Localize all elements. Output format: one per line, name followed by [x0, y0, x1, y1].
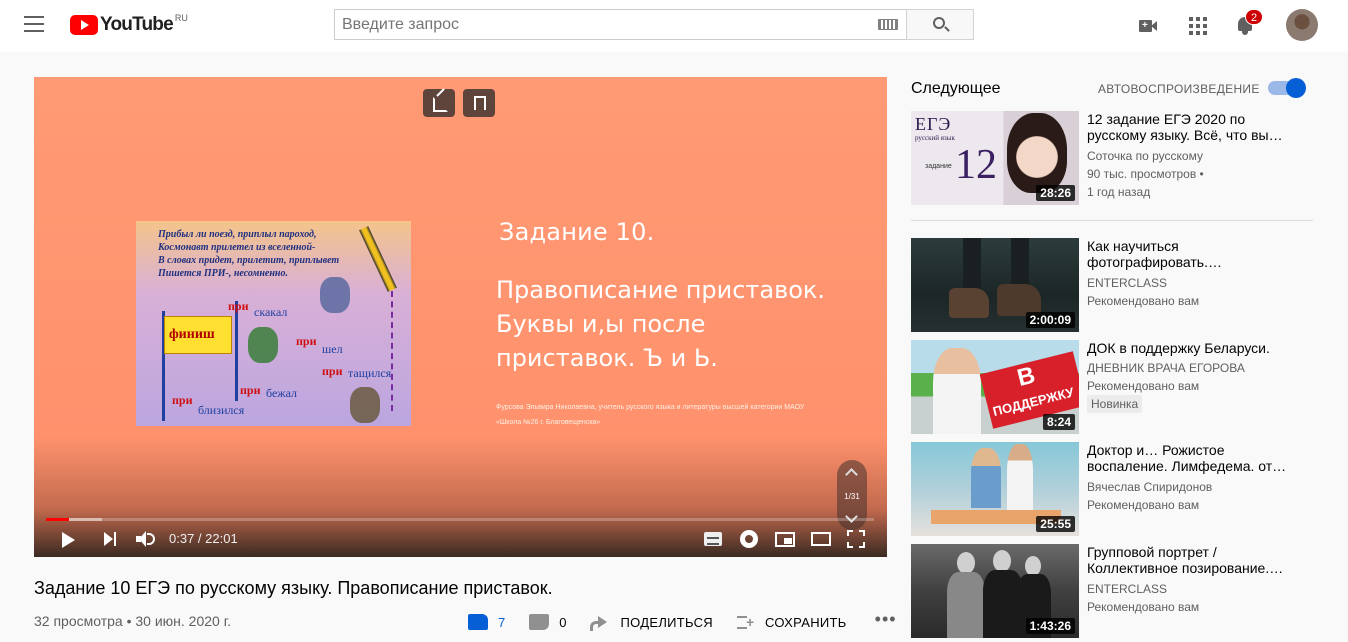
recommended-title[interactable]: 12 задание ЕГЭ 2020 по русскому языку. В…: [1087, 111, 1297, 143]
video-player[interactable]: Прибыл ли поезд, приплыл пароход, Космон…: [34, 77, 887, 557]
theater-mode-icon[interactable]: [811, 532, 831, 546]
share-overlay-icon[interactable]: [423, 89, 455, 117]
video-duration: 28:26: [1036, 185, 1075, 201]
divider: [911, 220, 1313, 221]
video-meta: 32 просмотра • 30 июн. 2020 г.: [34, 613, 231, 629]
dislike-count: 0: [559, 614, 567, 630]
slide-subtitle: Правописание приставок. Буквы и,ы после …: [496, 276, 826, 372]
upload-age: 1 год назад: [1087, 185, 1151, 199]
recommended-title[interactable]: Доктор и… Рожистое воспаление. Лимфедема…: [1087, 442, 1297, 474]
search-input[interactable]: [334, 9, 906, 40]
recommended-video[interactable]: 1:43:26 Групповой портрет / Коллективное…: [911, 544, 1313, 638]
autoplay-label: АВТОВОСПРОИЗВЕДЕНИЕ: [1098, 82, 1260, 96]
video-duration: 1:43:26: [1025, 618, 1075, 634]
dashed-line: [391, 291, 401, 411]
recommended-title[interactable]: Как научиться фотографировать.…: [1087, 238, 1297, 270]
view-count: 90 тыс. просмотров •: [1087, 167, 1204, 181]
slide-poem: Прибыл ли поезд, приплыл пароход, Космон…: [158, 229, 340, 279]
play-icon[interactable]: [62, 532, 75, 548]
notifications-badge: 2: [1245, 9, 1263, 25]
runner-figure: [248, 327, 278, 363]
menu-icon[interactable]: [24, 16, 46, 34]
video-actions: 7 0 ПОДЕЛИТЬСЯ СОХРАНИТЬ •••: [468, 609, 897, 632]
video-thumbnail[interactable]: 2:00:09: [911, 238, 1079, 332]
progress-bar[interactable]: [46, 518, 874, 521]
recommended-video[interactable]: В ПОДДЕРЖКУ 8:24 ДОК в поддержку Беларуси…: [911, 340, 1313, 434]
settings-gear-icon[interactable]: [740, 530, 758, 548]
miniplayer-icon[interactable]: [775, 532, 795, 547]
video-thumbnail[interactable]: ЕГЭ русский язык задание 12 28:26: [911, 111, 1079, 205]
flag-pole: [235, 301, 238, 401]
walker-figure: [320, 277, 350, 313]
youtube-play-icon: [70, 15, 98, 35]
up-next-heading: Следующее: [911, 80, 1001, 97]
channel-name[interactable]: ДНЕВНИК ВРАЧА ЕГОРОВА: [1087, 361, 1245, 375]
video-thumbnail[interactable]: 25:55: [911, 442, 1079, 536]
video-duration: 8:24: [1042, 414, 1075, 430]
video-duration: 2:00:09: [1025, 312, 1075, 328]
channel-name[interactable]: ENTERCLASS: [1087, 276, 1167, 290]
finish-flag: финиш: [164, 316, 232, 354]
video-thumbnail[interactable]: 1:43:26: [911, 544, 1079, 638]
playlist-add-icon: [736, 615, 755, 629]
slide-illustration: Прибыл ли поезд, приплыл пароход, Космон…: [136, 221, 411, 426]
new-badge: Новинка: [1087, 395, 1143, 413]
chapter-counter: 1/31: [844, 492, 860, 501]
share-button[interactable]: ПОДЕЛИТЬСЯ: [590, 615, 713, 631]
like-count: 7: [498, 614, 506, 630]
logo-wordmark: YouTube: [100, 14, 174, 35]
recommendation-note: Рекомендовано вам: [1087, 498, 1200, 512]
next-icon[interactable]: [104, 532, 118, 546]
account-avatar[interactable]: [1286, 9, 1318, 41]
progress-played: [46, 518, 69, 521]
slide-title: Задание 10.: [499, 218, 655, 246]
apps-grid-icon[interactable]: [1186, 14, 1210, 38]
recommended-video[interactable]: 2:00:09 Как научиться фотографировать.… …: [911, 238, 1313, 332]
channel-name[interactable]: Соточка по русскому: [1087, 149, 1203, 163]
dislike-button[interactable]: 0: [529, 614, 566, 630]
recommendation-note: Рекомендовано вам: [1087, 600, 1200, 614]
video-thumbnail[interactable]: В ПОДДЕРЖКУ 8:24: [911, 340, 1079, 434]
recommended-video[interactable]: 25:55 Доктор и… Рожистое воспаление. Лим…: [911, 442, 1313, 536]
search-bar: [334, 9, 974, 40]
volume-icon[interactable]: [136, 531, 156, 547]
search-button[interactable]: [906, 9, 974, 40]
channel-name[interactable]: Вячеслав Спиридонов: [1087, 480, 1212, 494]
share-icon: [590, 616, 608, 631]
slide-author: Фурсова Эльвира Николаевна, учитель русс…: [496, 404, 805, 426]
search-icon: [933, 17, 945, 29]
crawler-figure: [350, 387, 380, 423]
thumb-up-icon: [468, 614, 488, 630]
recommended-title[interactable]: Групповой портрет / Коллективное позиров…: [1087, 544, 1297, 576]
recommendation-note: Рекомендовано вам: [1087, 379, 1200, 393]
presenter-figure: [933, 348, 981, 434]
like-button[interactable]: 7: [468, 614, 505, 630]
create-video-icon[interactable]: +: [1136, 14, 1160, 38]
time-display: 0:37 / 22:01: [169, 531, 238, 546]
channel-name[interactable]: ENTERCLASS: [1087, 582, 1167, 596]
chevron-up-icon[interactable]: [845, 468, 858, 481]
recommendation-note: Рекомендовано вам: [1087, 294, 1200, 308]
keyboard-icon[interactable]: [878, 19, 898, 30]
pencil-icon: [359, 226, 397, 292]
fullscreen-icon[interactable]: [847, 530, 865, 548]
youtube-logo[interactable]: YouTube RU: [70, 13, 188, 36]
region-code: RU: [174, 13, 188, 23]
subtitles-icon[interactable]: [704, 532, 722, 546]
presenter-face: [1007, 113, 1067, 193]
autoplay-toggle[interactable]: [1268, 78, 1306, 98]
video-duration: 25:55: [1036, 516, 1075, 532]
video-title: Задание 10 ЕГЭ по русскому языку. Правоп…: [34, 578, 553, 598]
watch-later-icon[interactable]: [463, 89, 495, 117]
thumb-down-icon: [529, 614, 550, 630]
recommended-video[interactable]: ЕГЭ русский язык задание 12 28:26 12 зад…: [911, 111, 1313, 205]
top-bar: YouTube RU + 2: [0, 0, 1348, 52]
recommended-title[interactable]: ДОК в поддержку Беларуси.: [1087, 340, 1297, 356]
save-button[interactable]: СОХРАНИТЬ: [736, 615, 847, 630]
more-options-icon[interactable]: •••: [875, 609, 897, 630]
